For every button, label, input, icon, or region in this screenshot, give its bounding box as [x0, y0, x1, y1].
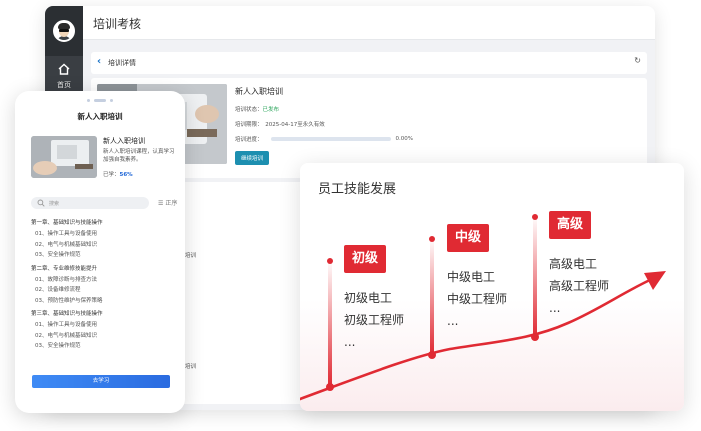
continue-button[interactable]: 继续培训 — [235, 151, 270, 165]
role-item: ... — [344, 335, 356, 349]
search-placeholder: 搜索 — [49, 201, 60, 207]
level-roles-senior: 高级电工 高级工程师 ... — [549, 253, 609, 319]
role-item: ... — [447, 314, 459, 328]
list-item[interactable]: 03、安全操作规范 — [31, 250, 176, 261]
level-roles-intermediate: 中级电工 中级工程师 ... — [447, 266, 507, 332]
progress-bar — [270, 137, 391, 141]
curve-point — [531, 333, 539, 341]
sort-icon: ☰ — [158, 200, 164, 207]
level-stem-top — [532, 214, 538, 220]
progress-value: 0.00% — [395, 136, 413, 142]
mobile-title: 新人入职培训 — [77, 112, 123, 121]
status-badge: 已发布 — [262, 107, 280, 113]
level-badge-junior: 初级 — [344, 245, 387, 273]
sidebar-item-home[interactable]: 首页 — [45, 56, 83, 94]
home-icon — [58, 63, 70, 75]
level-badge-intermediate: 中级 — [447, 224, 490, 252]
breadcrumb: ‹ 培训详情 ↻ — [91, 52, 647, 74]
list-item[interactable]: 03、预防性维护与保养策略 — [31, 296, 176, 307]
breadcrumb-label: 培训详情 — [108, 59, 136, 67]
list-item[interactable]: 01、操作工具与设备使用 — [31, 320, 176, 331]
list-item[interactable]: 03、安全操作规范 — [31, 341, 176, 352]
role-item: ... — [549, 301, 561, 315]
chapter-title[interactable]: 第三章、基础知识与技能操作 — [31, 309, 176, 320]
sort-label: 正序 — [165, 200, 178, 207]
list-item[interactable]: 02、设备维修流程 — [31, 285, 176, 296]
curve-point — [326, 383, 334, 391]
status-row: 培训状态：已发布 — [235, 105, 413, 113]
sidebar-item-label: 首页 — [57, 81, 71, 89]
role-item: 高级电工 — [549, 257, 598, 271]
progress-row: 培训进度： 0.00% — [235, 135, 413, 143]
study-button[interactable]: 去学习 — [32, 375, 170, 388]
list-item[interactable]: 01、故障诊断与排查方法 — [31, 275, 176, 286]
progress-label: 已学： — [103, 172, 120, 178]
curve-point — [428, 351, 436, 359]
chapter-title[interactable]: 第二章、专业维修技能提升 — [31, 264, 176, 275]
course-image — [31, 136, 97, 178]
chapter-text: 培训 — [185, 364, 197, 370]
role-item: 中级工程师 — [447, 292, 508, 306]
top-bar: 培训考核 — [83, 6, 655, 40]
list-item[interactable]: 01、操作工具与设备使用 — [31, 229, 176, 240]
level-stem — [430, 237, 434, 355]
skills-panel: 员工技能发展 初级 初级电工 初级工程师 ... 中级 中级电工 中级工程师 .… — [300, 163, 684, 411]
search-input[interactable]: 搜索 — [31, 197, 149, 209]
course-title: 新人入职培训 — [235, 87, 283, 96]
role-item: 初级电工 — [344, 291, 393, 305]
course-title: 新人入职培训 — [103, 137, 145, 145]
refresh-icon[interactable]: ↻ — [634, 56, 641, 65]
page-title: 培训考核 — [93, 17, 142, 31]
chapter-title[interactable]: 第一章、基础知识与技能操作 — [31, 218, 176, 229]
progress-value: 56% — [119, 172, 133, 178]
progress-label: 培训进度： — [235, 137, 263, 143]
period-row: 培训期限： 2025-04-17至永久有效 — [235, 122, 325, 128]
level-stem-top — [327, 258, 333, 264]
role-item: 初级工程师 — [344, 313, 405, 327]
avatar[interactable] — [53, 20, 75, 42]
role-item: 中级电工 — [447, 270, 496, 284]
role-item: 高级工程师 — [549, 279, 610, 293]
level-roles-junior: 初级电工 初级工程师 ... — [344, 287, 404, 353]
sort-order-toggle[interactable]: ☰ 正序 — [158, 198, 177, 207]
mobile-preview: 新人入职培训 新人入职培训 新人入职培训课程，认真学习加强自我素养。 已学：56… — [15, 91, 185, 413]
progress-text: 已学：56% — [103, 170, 133, 178]
level-stem — [533, 215, 537, 337]
level-stem-top — [429, 236, 435, 242]
chapter-text: 培训 — [185, 253, 197, 259]
pager-dots — [87, 99, 113, 102]
chapter-list: 第一章、基础知识与技能操作 01、操作工具与设备使用 02、电气与机械基础知识 … — [31, 218, 176, 352]
back-icon[interactable]: ‹ — [97, 56, 101, 67]
list-item[interactable]: 02、电气与机械基础知识 — [31, 240, 176, 251]
level-stem — [328, 259, 332, 387]
search-icon — [37, 199, 45, 207]
status-label: 培训状态： — [235, 107, 263, 113]
level-badge-senior: 高级 — [549, 211, 592, 239]
list-item[interactable]: 02、电气与机械基础知识 — [31, 331, 176, 342]
course-description: 新人入职培训课程，认真学习加强自我素养。 — [103, 149, 175, 163]
screen: 首页 培训考核 ‹ 培训详情 ↻ 新人入职培训 培训状态：已发布 培训期限： 2… — [0, 0, 701, 431]
